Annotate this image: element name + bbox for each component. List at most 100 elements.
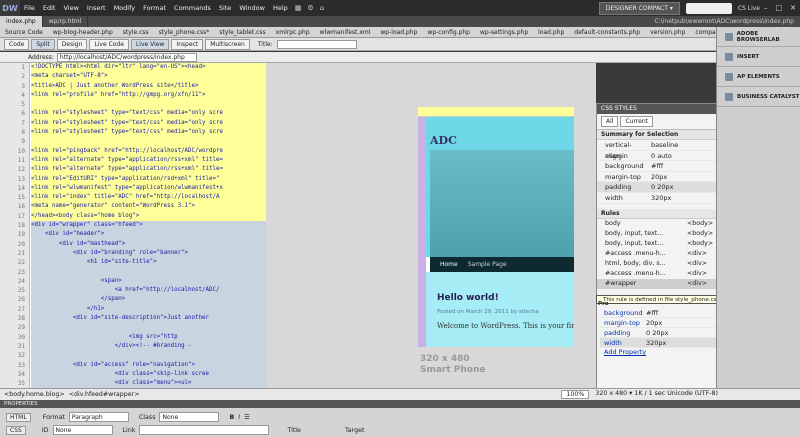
live-code-button[interactable]: Live Code: [89, 38, 129, 50]
code-line[interactable]: <h1 id="site-title">: [31, 258, 266, 268]
related-file-tab[interactable]: default-constants.php: [569, 27, 645, 37]
title-input[interactable]: [276, 39, 357, 49]
code-line[interactable]: <link rel="stylesheet" type="text/css" m…: [31, 109, 266, 119]
dock-browserlab[interactable]: ADOBE BROWSERLAB: [717, 27, 800, 47]
menu-edit[interactable]: Edit: [39, 4, 60, 12]
code-line[interactable]: [31, 137, 266, 147]
code-line[interactable]: <span>: [31, 276, 266, 287]
menu-help[interactable]: Help: [269, 4, 292, 12]
code-line[interactable]: <img src="http: [31, 332, 266, 342]
layout-icon[interactable]: ▦: [292, 4, 305, 12]
code-line[interactable]: <meta charset="UTF-8">: [31, 72, 266, 82]
cs-live-button[interactable]: CS Live: [738, 5, 760, 12]
id-select[interactable]: None: [52, 425, 113, 435]
code-line[interactable]: <a href="http://localhost/ADC/: [31, 286, 266, 296]
site-title[interactable]: ADC: [430, 134, 457, 147]
split-view-button[interactable]: Split: [31, 38, 55, 50]
dock-insert[interactable]: INSERT: [717, 47, 800, 67]
menu-insert[interactable]: Insert: [83, 4, 110, 12]
related-file-tab[interactable]: wp-settings.php: [475, 27, 533, 37]
nav-home-link[interactable]: Home: [440, 261, 458, 268]
code-line[interactable]: </span>: [31, 295, 266, 305]
css-tab-current[interactable]: Current: [620, 116, 653, 127]
code-line[interactable]: <div class="skip-link scree: [31, 369, 266, 380]
maximize-icon[interactable]: □: [772, 4, 787, 12]
css-mode-button[interactable]: CSS: [6, 425, 26, 435]
code-line[interactable]: [31, 267, 266, 277]
related-file-tab[interactable]: version.php: [645, 27, 690, 37]
extend-icon[interactable]: ⚙: [304, 4, 316, 12]
code-line[interactable]: <link rel="stylesheet" type="text/css" m…: [31, 128, 266, 138]
doc-tab-index[interactable]: index.php: [0, 16, 43, 27]
class-select[interactable]: None: [159, 412, 220, 422]
code-view-button[interactable]: Code: [4, 38, 30, 50]
menu-file[interactable]: File: [20, 4, 39, 12]
minimize-icon[interactable]: –: [760, 4, 772, 12]
list-icon[interactable]: ☰: [244, 414, 250, 421]
code-line[interactable]: [31, 323, 266, 333]
doc-tab-rp[interactable]: wp/rp.html: [43, 16, 89, 27]
zoom-select[interactable]: 100%: [561, 390, 590, 399]
code-line[interactable]: <!DOCTYPE html><html dir="ltr" lang="en-…: [31, 63, 266, 73]
close-icon[interactable]: ✕: [786, 4, 800, 12]
related-file-tab[interactable]: wp-blog-header.php: [48, 27, 118, 37]
dock-ap-elements[interactable]: AP ELEMENTS: [717, 67, 800, 87]
site-icon[interactable]: ⌂: [317, 4, 327, 12]
code-line[interactable]: </div><!-- #branding -: [31, 341, 266, 352]
bold-button[interactable]: B: [229, 414, 234, 421]
code-line[interactable]: [31, 100, 266, 110]
menu-modify[interactable]: Modify: [110, 4, 140, 12]
menu-site[interactable]: Site: [215, 4, 235, 12]
window-size-info[interactable]: 320 x 480 ▾ 1K / 1 sec Unicode (UTF-8): [595, 390, 718, 399]
post-title[interactable]: Hello world!: [437, 293, 499, 303]
code-line[interactable]: <link rel="profile" href="http://gmpg.or…: [31, 90, 266, 101]
code-line[interactable]: <div id="site-description">Just another: [31, 314, 266, 324]
code-line[interactable]: </head><body class="home blog">: [31, 211, 266, 222]
menu-format[interactable]: Format: [139, 4, 170, 12]
related-file-tab[interactable]: xmlrpc.php: [271, 27, 315, 37]
html-mode-button[interactable]: HTML: [6, 412, 31, 422]
related-file-tab[interactable]: load.php: [533, 27, 569, 37]
workspace-switcher[interactable]: DESIGNER COMPACT ▾: [598, 1, 680, 15]
code-line[interactable]: <div id="header">: [31, 230, 266, 240]
related-file-tab[interactable]: compat.php: [690, 27, 716, 37]
code-pane[interactable]: 1 2 3 4 5 6 7 8 9 10 11 12 13 14 15 16 17 18 19 20 21 22 23 24 2…: [0, 63, 266, 388]
multiscreen-button[interactable]: Multiscreen: [205, 38, 250, 50]
code-editor[interactable]: <!DOCTYPE html><html dir="ltr" lang="en-…: [31, 63, 266, 388]
code-line[interactable]: <meta name="generator" content="WordPres…: [31, 202, 266, 212]
design-view-button[interactable]: Design: [56, 38, 88, 50]
dock-business-catalyst[interactable]: BUSINESS CATALYST: [717, 87, 800, 107]
format-select[interactable]: Paragraph: [68, 412, 129, 422]
nav-sample-page-link[interactable]: Sample Page: [468, 261, 507, 268]
code-line[interactable]: <link rel="alternate" type="application/…: [31, 165, 266, 175]
address-input[interactable]: http://localhost/ADC/wordpress/index.php: [56, 52, 197, 62]
related-file-tab[interactable]: wlwmanifest.xml: [315, 27, 376, 37]
related-file-tab[interactable]: style_tablet.css: [214, 27, 270, 37]
italic-button[interactable]: I: [238, 414, 240, 421]
tag-selector-body[interactable]: <body.home.blog>: [2, 391, 67, 398]
search-input[interactable]: [685, 2, 732, 14]
code-line[interactable]: <link rel="index" title="ADC" href="http…: [31, 193, 266, 203]
inspect-button[interactable]: Inspect: [171, 38, 204, 50]
code-line[interactable]: [31, 351, 266, 361]
code-line[interactable]: <link rel="stylesheet" type="text/css" m…: [31, 118, 266, 129]
css-tab-all[interactable]: All: [601, 116, 619, 127]
related-file-tab[interactable]: style.css: [118, 27, 154, 37]
code-line[interactable]: <link rel="pingback" href="http://localh…: [31, 146, 266, 156]
related-file-tab[interactable]: Source Code: [0, 27, 48, 37]
related-file-tab[interactable]: wp-load.php: [375, 27, 422, 37]
code-line[interactable]: <link rel="alternate" type="application/…: [31, 155, 266, 166]
menu-view[interactable]: View: [59, 4, 82, 12]
related-file-tab[interactable]: style_phone.css*: [154, 27, 215, 37]
tag-selector-wrapper[interactable]: <div.hfeed#wrapper>: [67, 391, 142, 398]
code-line[interactable]: <link rel="wlwmanifest" type="applicatio…: [31, 183, 266, 194]
code-line[interactable]: <div id="masthead">: [31, 239, 266, 249]
code-line[interactable]: <div class="menu"><ul>: [31, 379, 266, 388]
code-line[interactable]: <div id="branding" role="banner">: [31, 248, 266, 259]
code-line[interactable]: </h1>: [31, 304, 266, 315]
link-input[interactable]: [139, 425, 270, 435]
code-line[interactable]: <div id="wrapper" class="hfeed">: [31, 221, 266, 231]
code-line[interactable]: <div id="access" role="navigation">: [31, 360, 266, 370]
code-line[interactable]: <title>ADC | Just another WordPress site…: [31, 81, 266, 91]
code-line[interactable]: <link rel="EditURI" type="application/rs…: [31, 174, 266, 184]
